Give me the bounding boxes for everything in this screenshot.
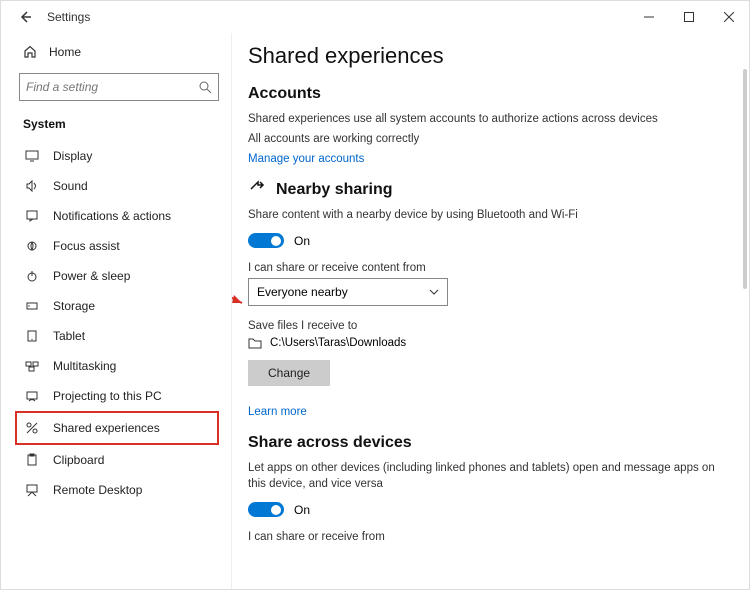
sidebar-item-projecting[interactable]: Projecting to this PC [19, 381, 219, 411]
sound-icon [25, 179, 39, 193]
sidebar-item-sound[interactable]: Sound [19, 171, 219, 201]
share-from-label: I can share or receive content from [248, 262, 719, 274]
maximize-button[interactable] [669, 1, 709, 33]
sidebar-item-clipboard[interactable]: Clipboard [19, 445, 219, 475]
sidebar-item-label: Sound [53, 179, 88, 193]
sidebar-item-remote[interactable]: Remote Desktop [19, 475, 219, 505]
nearby-header: Nearby sharing [276, 181, 392, 199]
sidebar-item-tablet[interactable]: Tablet [19, 321, 219, 351]
across-desc: Let apps on other devices (including lin… [248, 460, 719, 492]
accounts-status: All accounts are working correctly [248, 131, 719, 147]
search-field[interactable] [26, 80, 198, 94]
close-button[interactable] [709, 1, 749, 33]
window-title: Settings [39, 10, 629, 24]
nearby-icon [248, 177, 266, 195]
sidebar-item-label: Clipboard [53, 453, 104, 467]
share-from-value: Everyone nearby [257, 285, 348, 299]
storage-icon [25, 299, 39, 313]
search-icon [198, 80, 212, 94]
section-header: System [23, 117, 219, 131]
display-icon [25, 149, 39, 163]
save-path: C:\Users\Taras\Downloads [270, 337, 406, 349]
manage-accounts-link[interactable]: Manage your accounts [248, 153, 719, 165]
folder-icon [248, 336, 262, 350]
multitasking-icon [25, 359, 39, 373]
sidebar: Home System Display Sound Notifications … [1, 33, 231, 589]
main-panel: Shared experiences Accounts Shared exper… [231, 33, 749, 589]
page-title: Shared experiences [248, 43, 719, 69]
across-toggle[interactable] [248, 502, 284, 517]
across-toggle-label: On [294, 503, 310, 517]
clipboard-icon [25, 453, 39, 467]
accounts-header: Accounts [248, 85, 719, 103]
sidebar-item-label: Power & sleep [53, 269, 130, 283]
accounts-desc: Shared experiences use all system accoun… [248, 111, 719, 127]
sidebar-item-label: Focus assist [53, 239, 120, 253]
across-from-label: I can share or receive from [248, 531, 719, 543]
save-label: Save files I receive to [248, 320, 719, 332]
sidebar-item-label: Remote Desktop [53, 483, 142, 497]
nearby-toggle[interactable] [248, 233, 284, 248]
sidebar-item-label: Projecting to this PC [53, 389, 162, 403]
learn-more-link[interactable]: Learn more [248, 406, 719, 418]
sidebar-item-multitasking[interactable]: Multitasking [19, 351, 219, 381]
sidebar-item-label: Display [53, 149, 92, 163]
nearby-toggle-label: On [294, 234, 310, 248]
sidebar-item-label: Storage [53, 299, 95, 313]
home-label: Home [49, 45, 81, 59]
sidebar-item-label: Multitasking [53, 359, 116, 373]
sidebar-item-label: Notifications & actions [53, 209, 171, 223]
sidebar-item-display[interactable]: Display [19, 141, 219, 171]
back-button[interactable] [11, 3, 39, 31]
notifications-icon [25, 209, 39, 223]
focus-icon [25, 239, 39, 253]
tablet-icon [25, 329, 39, 343]
across-header: Share across devices [248, 434, 719, 452]
chevron-down-icon [429, 287, 439, 297]
nearby-desc: Share content with a nearby device by us… [248, 207, 719, 223]
sidebar-item-notifications[interactable]: Notifications & actions [19, 201, 219, 231]
sidebar-item-focus[interactable]: Focus assist [19, 231, 219, 261]
home-nav[interactable]: Home [19, 37, 219, 67]
sidebar-item-label: Shared experiences [53, 421, 160, 435]
sidebar-item-power[interactable]: Power & sleep [19, 261, 219, 291]
titlebar: Settings [1, 1, 749, 33]
share-from-select[interactable]: Everyone nearby [248, 278, 448, 306]
search-input[interactable] [19, 73, 219, 101]
sidebar-item-shared-experiences[interactable]: Shared experiences [15, 411, 219, 445]
home-icon [23, 45, 37, 59]
sidebar-item-label: Tablet [53, 329, 85, 343]
power-icon [25, 269, 39, 283]
annotation-arrow [231, 285, 248, 309]
projecting-icon [25, 389, 39, 403]
shared-icon [25, 421, 39, 435]
scrollbar[interactable] [743, 69, 747, 289]
minimize-button[interactable] [629, 1, 669, 33]
sidebar-item-storage[interactable]: Storage [19, 291, 219, 321]
change-button[interactable]: Change [248, 360, 330, 386]
remote-icon [25, 483, 39, 497]
